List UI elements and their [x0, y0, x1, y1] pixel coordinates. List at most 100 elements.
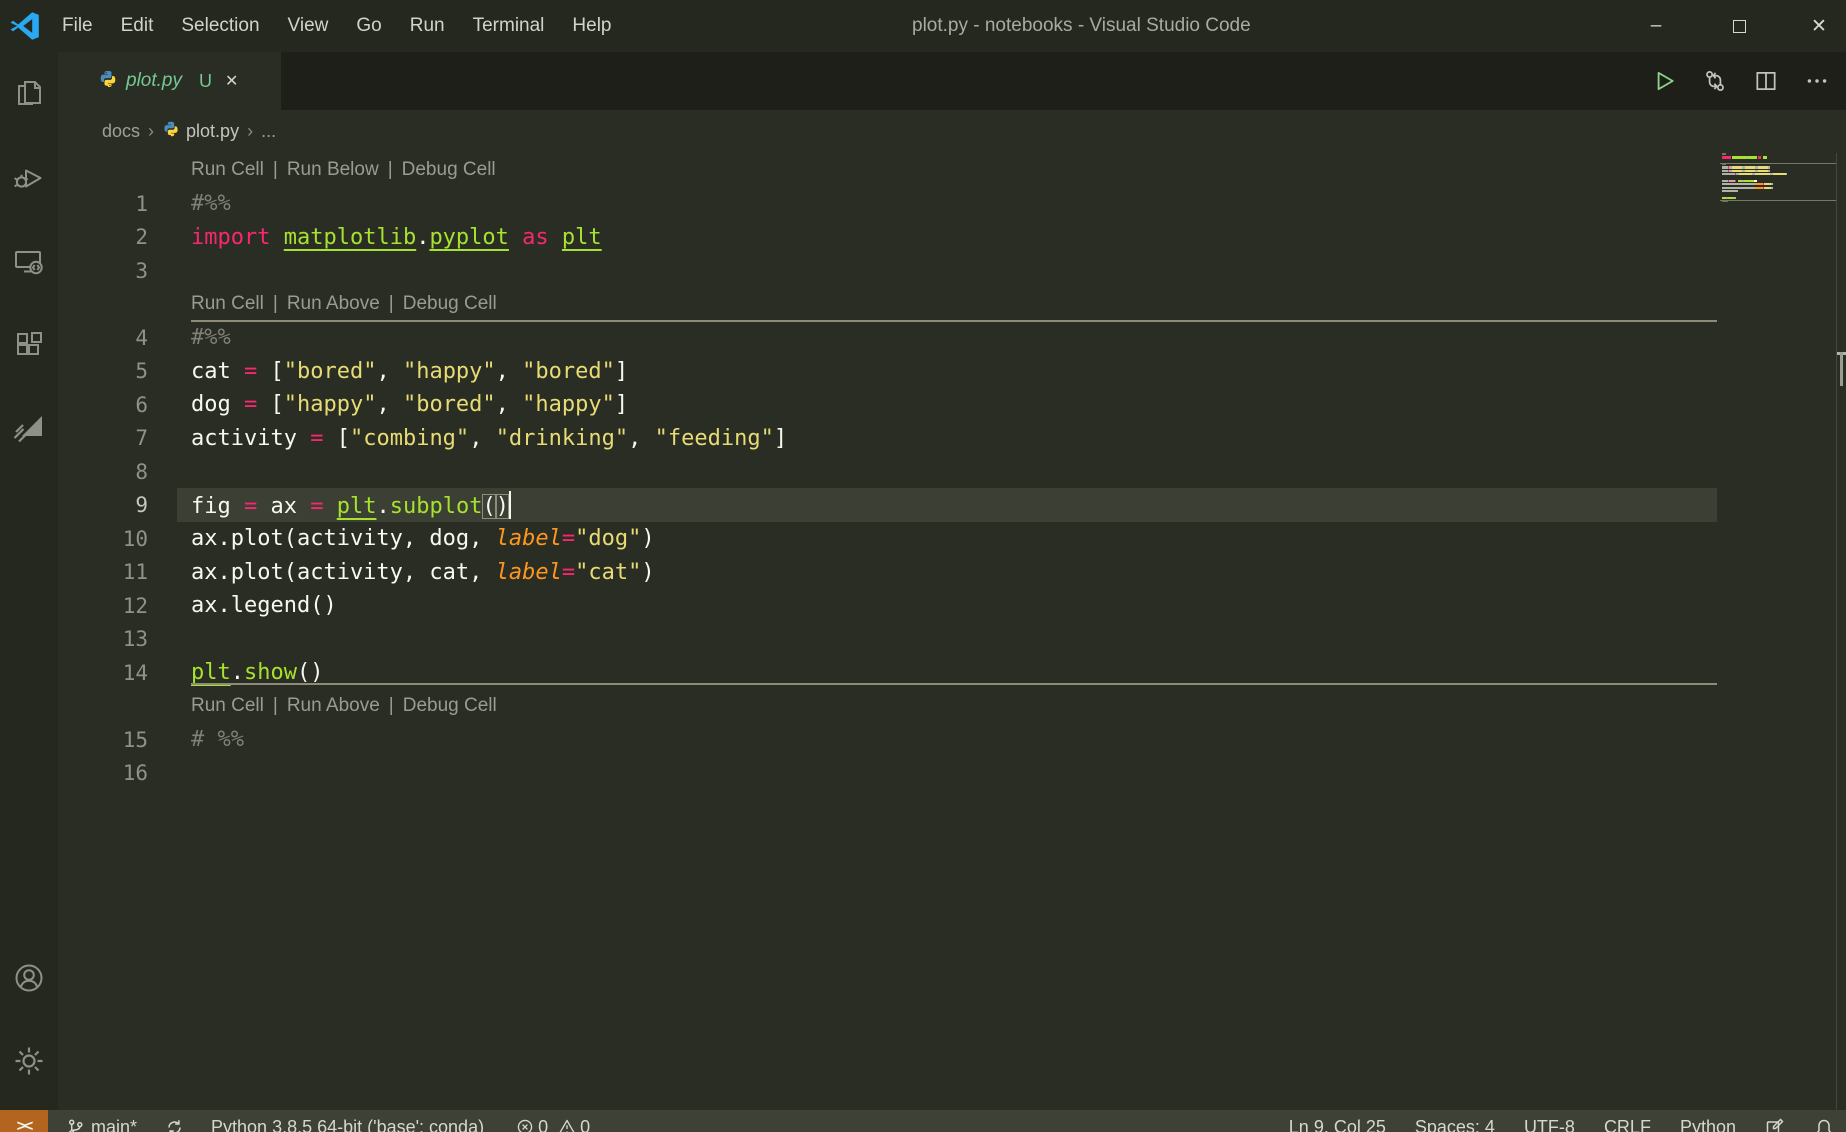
token: label [496, 560, 562, 585]
triangle-extension-icon[interactable] [5, 403, 53, 451]
line-number[interactable]: 12 [58, 594, 148, 618]
token: () [297, 660, 324, 685]
line-number[interactable]: 4 [58, 326, 148, 350]
split-editor-icon[interactable] [1749, 64, 1783, 98]
token: = [310, 494, 323, 519]
sync-changes-item[interactable] [165, 1118, 184, 1132]
code-line-4[interactable]: 4#%% [58, 321, 1718, 355]
code-line-7[interactable]: 7activity = ["combing", "drinking", "fee… [58, 421, 1718, 455]
menu-run[interactable]: Run [396, 9, 459, 43]
code-line-9[interactable]: 9fig = ax = plt.subplot() [58, 488, 1718, 522]
token: import [191, 225, 270, 250]
settings-gear-icon[interactable] [5, 1037, 53, 1085]
run-and-debug-icon[interactable] [5, 153, 53, 201]
token: [ [257, 359, 284, 384]
line-number[interactable]: 8 [58, 460, 148, 484]
line-number[interactable]: 16 [58, 761, 148, 785]
menu-go[interactable]: Go [342, 9, 395, 43]
explorer-icon[interactable] [5, 69, 53, 117]
open-changes-icon[interactable] [1698, 64, 1732, 98]
minimap[interactable] [1720, 153, 1836, 243]
remote-explorer-icon[interactable] [5, 238, 53, 286]
menu-selection[interactable]: Selection [167, 9, 273, 43]
code-text: ax.plot(activity, dog, label="dog") [191, 526, 655, 551]
token: ] [615, 392, 628, 417]
line-number[interactable]: 3 [58, 259, 148, 283]
minimize-button[interactable]: – [1617, 0, 1695, 52]
codelens-link-run-cell[interactable]: Run Cell [191, 695, 264, 717]
codelens-link-debug-cell[interactable]: Debug Cell [402, 159, 496, 181]
codelens-link-run-above[interactable]: Run Above [287, 695, 380, 717]
line-number[interactable]: 10 [58, 527, 148, 551]
line-number[interactable]: 15 [58, 728, 148, 752]
token [509, 225, 522, 250]
breadcrumb-file[interactable]: plot.py [186, 121, 239, 142]
line-number[interactable]: 6 [58, 393, 148, 417]
encoding-item[interactable]: UTF-8 [1524, 1117, 1575, 1132]
token: = [244, 392, 257, 417]
line-number[interactable]: 13 [58, 627, 148, 651]
code-line-12[interactable]: 12ax.legend() [58, 589, 1718, 623]
code-line-15[interactable]: 15# %% [58, 723, 1718, 757]
codelens-link-debug-cell[interactable]: Debug Cell [403, 293, 497, 315]
notifications-bell-icon[interactable] [1814, 1117, 1834, 1132]
code-editor[interactable]: Run Cell|Run Below|Debug Cell 1 #%% 2 import… [58, 153, 1846, 1110]
maximize-button[interactable] [1700, 0, 1778, 52]
token: "drinking" [496, 426, 628, 451]
codelens-link-run-cell[interactable]: Run Cell [191, 159, 264, 181]
menu-terminal[interactable]: Terminal [459, 9, 559, 43]
code-line-8[interactable]: 8 [58, 455, 1718, 489]
token: #%% [191, 191, 231, 216]
code-line-6[interactable]: 6dog = ["happy", "bored", "happy"] [58, 388, 1718, 422]
codelens-link-debug-cell[interactable]: Debug Cell [403, 695, 497, 717]
line-number[interactable]: 14 [58, 661, 148, 685]
codelens-link-run-below[interactable]: Run Below [287, 159, 379, 181]
run-python-file-icon[interactable] [1647, 64, 1681, 98]
menu-help[interactable]: Help [558, 9, 625, 43]
line-number[interactable]: 9 [58, 493, 148, 517]
menu-edit[interactable]: Edit [107, 9, 168, 43]
line-number[interactable]: 1 [58, 192, 148, 216]
close-tab-icon[interactable]: ✕ [225, 71, 238, 91]
problems-item[interactable]: 0 0 [516, 1117, 590, 1132]
codelens-link-run-above[interactable]: Run Above [287, 293, 380, 315]
codelens-row: Run Cell|Run Below|Debug Cell [191, 153, 496, 187]
code-line-5[interactable]: 5cat = ["bored", "happy", "bored"] [58, 354, 1718, 388]
token: , [628, 426, 655, 451]
more-actions-icon[interactable] [1800, 64, 1834, 98]
account-icon[interactable] [5, 954, 53, 1002]
menu-view[interactable]: View [274, 9, 343, 43]
token: , [469, 426, 496, 451]
cursor-position-item[interactable]: Ln 9, Col 25 [1289, 1117, 1386, 1132]
text-cursor [509, 491, 511, 519]
overview-ruler[interactable] [1836, 153, 1837, 1110]
code-line-2[interactable]: 2import matplotlib.pyplot as plt [58, 220, 1718, 254]
line-number[interactable]: 2 [58, 225, 148, 249]
code-line-10[interactable]: 10 ax.plot(activity, dog, label="dog") [58, 522, 1718, 556]
python-interpreter-item[interactable]: Python 3.8.5 64-bit ('base': conda) [211, 1117, 484, 1132]
tab-plot-py[interactable]: plot.py U ✕ [58, 52, 281, 110]
code-line-16[interactable]: 16 [58, 756, 1718, 790]
codelens-link-run-cell[interactable]: Run Cell [191, 293, 264, 315]
code-line-11[interactable]: 11ax.plot(activity, cat, label="cat") [58, 555, 1718, 589]
code-text: #%% [191, 191, 231, 216]
code-line-3[interactable]: 3 [58, 254, 1718, 288]
breadcrumb-symbol-more[interactable]: ... [261, 121, 276, 142]
token: ) [496, 494, 509, 519]
code-line-1[interactable]: 1 #%% [58, 187, 1718, 221]
language-mode-item[interactable]: Python [1680, 1117, 1736, 1132]
eol-item[interactable]: CRLF [1604, 1117, 1651, 1132]
line-number[interactable]: 5 [58, 359, 148, 383]
line-number[interactable]: 11 [58, 560, 148, 584]
line-number[interactable]: 7 [58, 426, 148, 450]
feedback-icon[interactable] [1765, 1117, 1785, 1132]
close-window-button[interactable]: ✕ [1780, 0, 1846, 52]
remote-indicator[interactable]: >< [0, 1110, 48, 1132]
indentation-item[interactable]: Spaces: 4 [1415, 1117, 1495, 1132]
extensions-icon[interactable] [5, 322, 53, 370]
menu-file[interactable]: File [48, 9, 107, 43]
breadcrumb-folder[interactable]: docs [102, 121, 140, 142]
git-branch-item[interactable]: main* [66, 1117, 137, 1132]
breadcrumb: docs › plot.py › ... [58, 110, 1846, 153]
code-line-13[interactable]: 13 [58, 622, 1718, 656]
